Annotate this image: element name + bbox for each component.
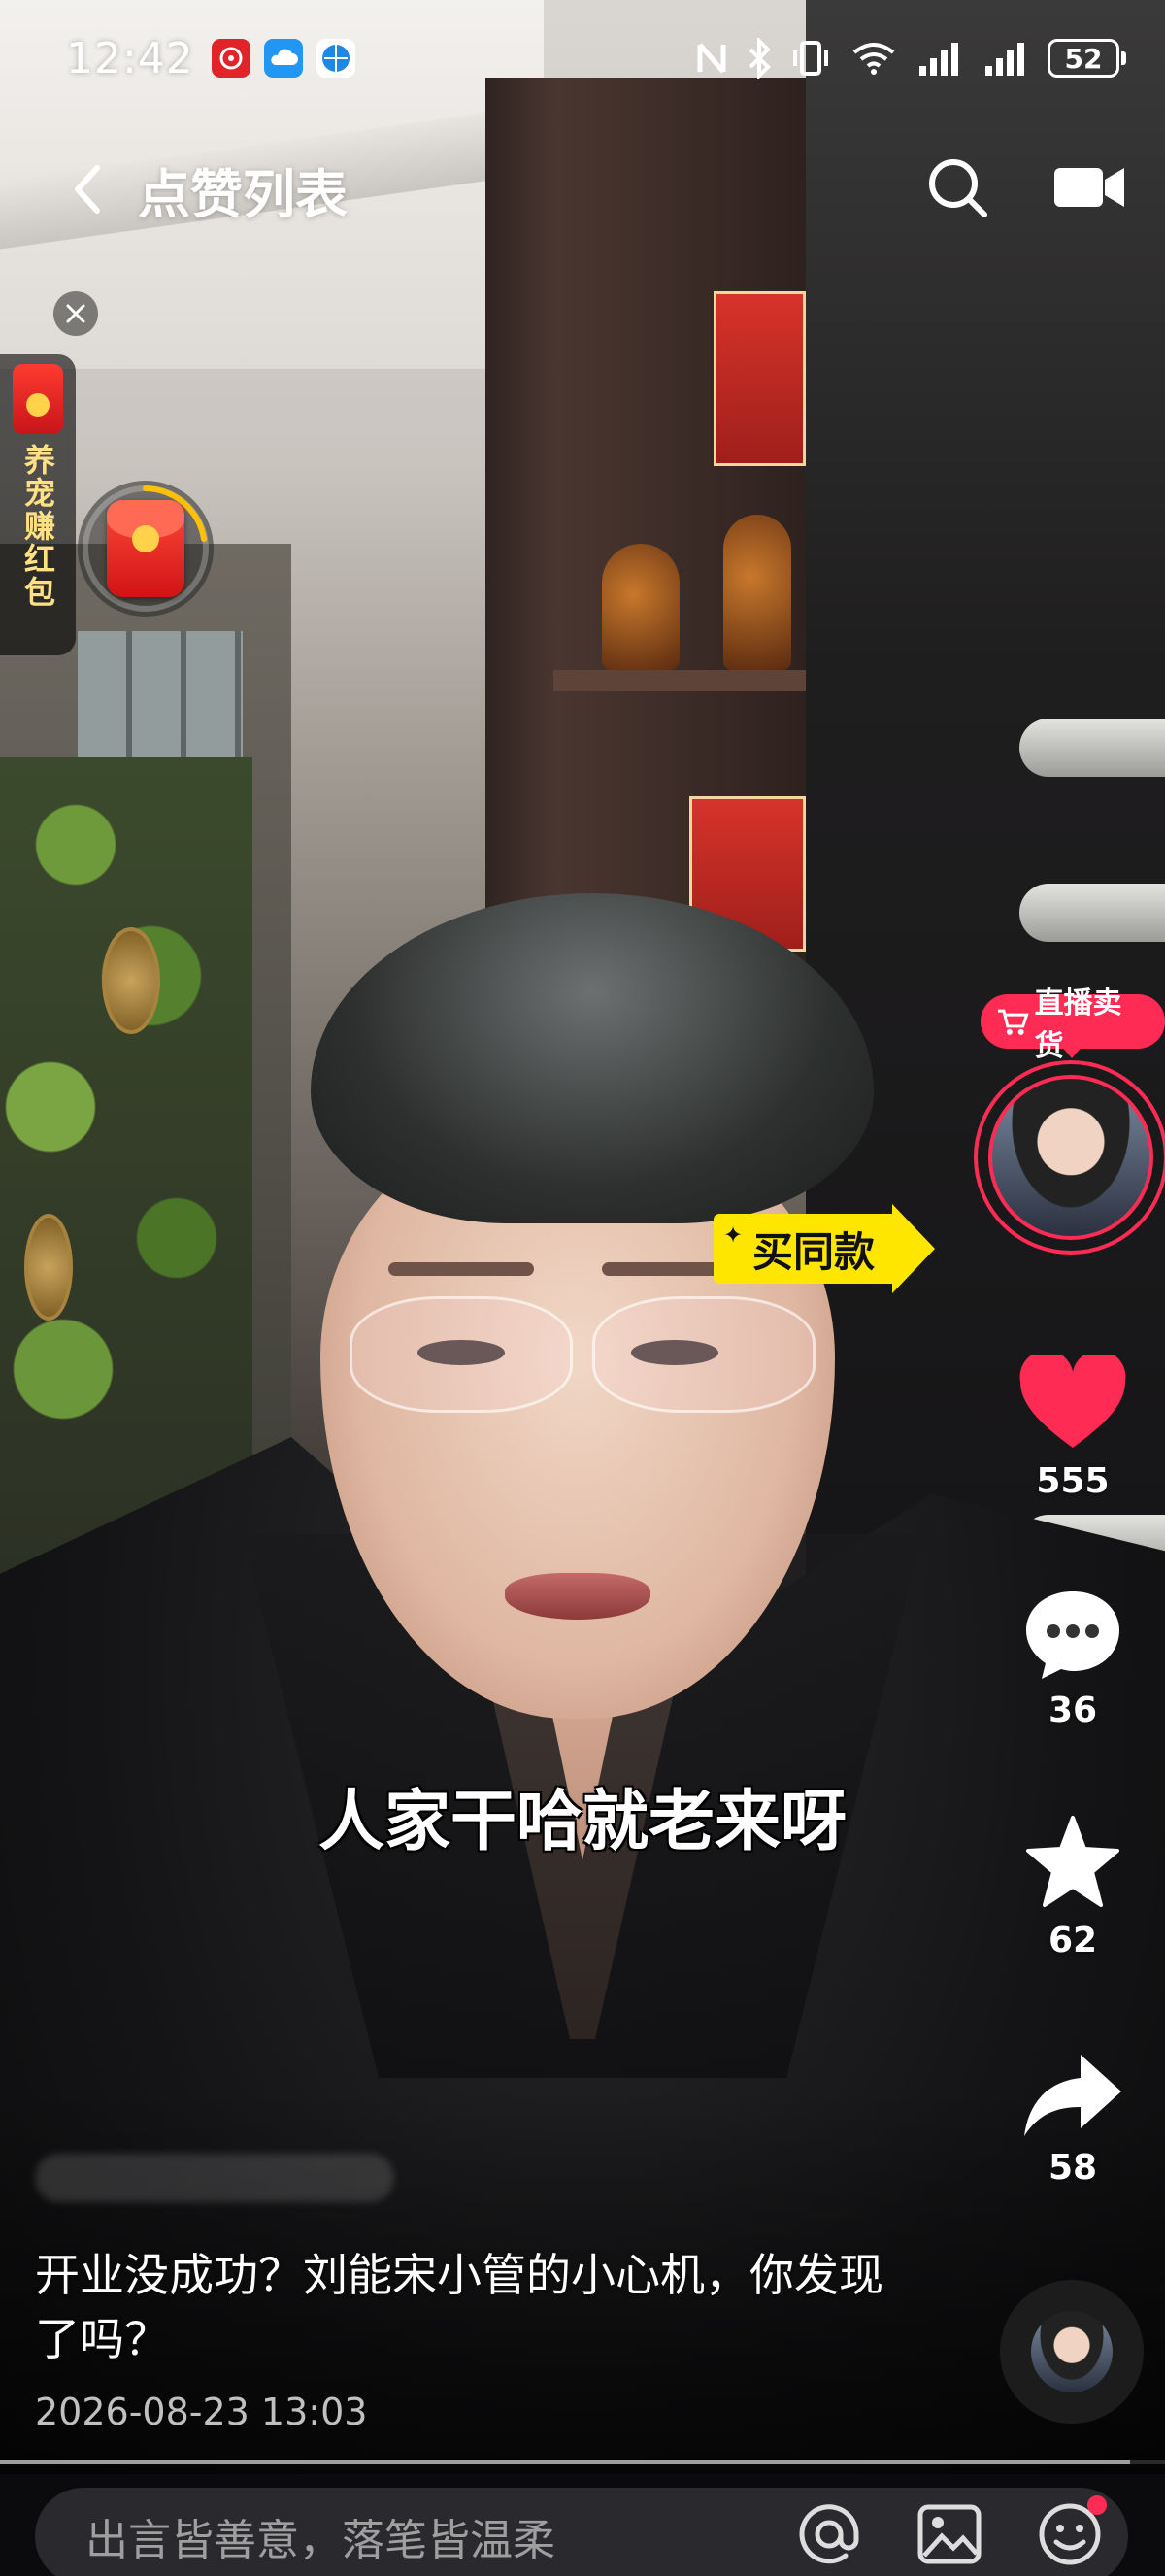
progress-fill bbox=[0, 2460, 1130, 2464]
vibrate-icon bbox=[793, 41, 828, 76]
status-time: 12:42 bbox=[66, 33, 194, 84]
search-button[interactable] bbox=[924, 154, 990, 224]
heart-icon bbox=[1019, 1355, 1126, 1448]
comment-button[interactable]: 36 bbox=[1010, 1588, 1136, 1730]
glasses bbox=[350, 1296, 573, 1413]
wine-bottle bbox=[1019, 719, 1165, 777]
signal-icon bbox=[985, 43, 1024, 76]
decor-coin bbox=[102, 927, 160, 1034]
pet-reward-label: 养宠赚红包 bbox=[19, 444, 56, 609]
arrow-icon bbox=[892, 1204, 936, 1293]
gift-box bbox=[714, 291, 806, 466]
video-caption[interactable]: 开业没成功？刘能宋小管的小心机，你发现了吗？ bbox=[35, 2243, 909, 2371]
glasses bbox=[592, 1296, 816, 1413]
red-packet-timer[interactable] bbox=[78, 481, 214, 617]
signal-icon bbox=[919, 43, 958, 76]
notification-dot bbox=[1087, 2495, 1107, 2515]
creator-avatar-button[interactable] bbox=[974, 1060, 1165, 1255]
comment-bar: 出言皆善意，落笔皆温柔 bbox=[0, 2474, 1165, 2576]
bottle bbox=[602, 544, 680, 670]
close-promo-button[interactable] bbox=[53, 291, 98, 336]
cloud-icon bbox=[263, 39, 303, 78]
nav-actions bbox=[924, 154, 1126, 224]
wine-bottle bbox=[1019, 884, 1165, 942]
browser-icon bbox=[316, 39, 355, 78]
video-progress-bar[interactable] bbox=[0, 2460, 1165, 2464]
bluetooth-icon bbox=[749, 38, 771, 79]
live-tag-pointer bbox=[1060, 1045, 1083, 1058]
red-packet-icon bbox=[13, 364, 63, 434]
live-selling-label: 直播卖货 bbox=[1034, 987, 1122, 1063]
live-selling-tag[interactable]: 直播卖货 bbox=[981, 987, 1165, 1063]
nfc-icon bbox=[697, 43, 726, 74]
image-icon bbox=[917, 2504, 982, 2564]
bottle bbox=[723, 515, 791, 670]
share-icon bbox=[1024, 2055, 1121, 2136]
camera-icon bbox=[1054, 168, 1124, 207]
red-packet-icon bbox=[107, 500, 184, 597]
video-subtitle: 人家干哈就老来呀 bbox=[317, 1784, 847, 1860]
music-disc-button[interactable] bbox=[1000, 2280, 1144, 2424]
avatar bbox=[988, 1075, 1153, 1240]
favorite-count: 62 bbox=[1048, 1921, 1098, 1960]
chevron-left-icon bbox=[75, 165, 100, 214]
status-bar: 12:42 52 bbox=[0, 0, 1165, 117]
battery-icon: 52 bbox=[1048, 39, 1126, 78]
cart-icon bbox=[997, 1009, 1029, 1035]
fortune-app-icon bbox=[211, 39, 250, 78]
back-button[interactable] bbox=[58, 160, 116, 218]
comment-placeholder: 出言皆善意，落笔皆温柔 bbox=[85, 2516, 555, 2565]
sparkle-icon: ✦ bbox=[723, 1221, 744, 1249]
share-count: 58 bbox=[1048, 2148, 1098, 2188]
comment-tools bbox=[796, 2488, 1107, 2576]
wifi-icon bbox=[852, 43, 895, 75]
music-avatar bbox=[1031, 2311, 1113, 2392]
pet-reward-banner[interactable]: 养宠赚红包 bbox=[0, 354, 76, 655]
like-count: 555 bbox=[1036, 1461, 1110, 1501]
share-button[interactable]: 58 bbox=[1010, 2051, 1136, 2188]
notification-icons bbox=[211, 39, 355, 78]
system-status: 52 bbox=[694, 38, 1126, 79]
image-button[interactable] bbox=[916, 2503, 982, 2569]
buy-same-button[interactable]: ✦ 买同款 bbox=[714, 1204, 936, 1293]
mention-button[interactable] bbox=[796, 2501, 862, 2571]
close-icon bbox=[66, 304, 85, 323]
buy-same-label: 买同款 bbox=[752, 1227, 876, 1276]
comment-count: 36 bbox=[1048, 1690, 1098, 1730]
comment-icon bbox=[1026, 1591, 1119, 1679]
top-nav: 点赞列表 bbox=[0, 146, 1165, 233]
decor-coin bbox=[24, 1214, 73, 1321]
author-name-blurred[interactable] bbox=[35, 2154, 394, 2202]
like-button[interactable]: 555 bbox=[1010, 1355, 1136, 1501]
page-title: 点赞列表 bbox=[138, 163, 348, 225]
battery-level: 52 bbox=[1064, 42, 1103, 75]
eyebrow bbox=[388, 1262, 534, 1276]
mouth bbox=[505, 1573, 650, 1620]
emoji-button[interactable] bbox=[1037, 2495, 1107, 2571]
at-icon bbox=[799, 2504, 859, 2564]
search-icon bbox=[929, 159, 987, 217]
camera-button[interactable] bbox=[1052, 160, 1126, 218]
shelf bbox=[553, 670, 816, 691]
post-date: 2026-08-23 13:03 bbox=[35, 2391, 368, 2433]
